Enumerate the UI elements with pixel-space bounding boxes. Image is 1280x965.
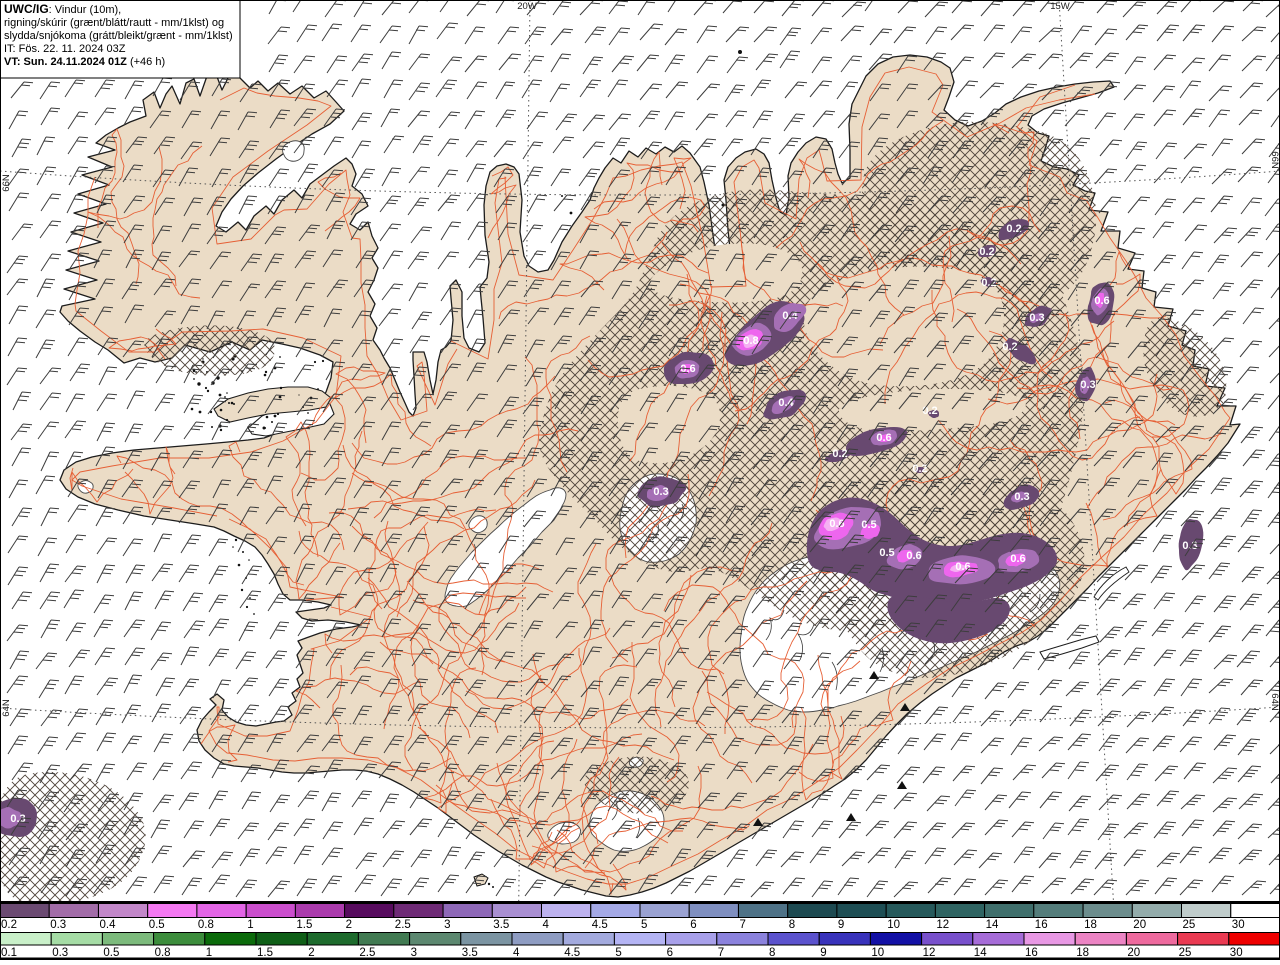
svg-text:0.3: 0.3 <box>52 947 68 959</box>
svg-text:66N: 66N <box>1 174 12 192</box>
svg-text:15W: 15W <box>1050 1 1070 12</box>
svg-text:0.3: 0.3 <box>10 813 25 825</box>
svg-text:0.1: 0.1 <box>1 947 17 959</box>
svg-text:4.5: 4.5 <box>592 919 608 931</box>
svg-text:10: 10 <box>871 947 884 959</box>
svg-text:IT: Fös. 22. 11. 2024 03Z: IT: Fös. 22. 11. 2024 03Z <box>4 43 126 55</box>
svg-text:18: 18 <box>1076 947 1089 959</box>
svg-text:66N: 66N <box>1269 151 1280 169</box>
svg-text:14: 14 <box>974 947 987 959</box>
svg-text:6: 6 <box>667 947 673 959</box>
svg-text:8: 8 <box>789 919 795 931</box>
svg-text:12: 12 <box>923 947 936 959</box>
svg-text:0.6: 0.6 <box>1094 295 1109 307</box>
svg-text:2.5: 2.5 <box>395 919 411 931</box>
svg-text:0.2: 0.2 <box>1006 223 1021 235</box>
svg-text:8: 8 <box>769 947 775 959</box>
svg-text:0.5: 0.5 <box>149 919 165 931</box>
svg-text:0.8: 0.8 <box>743 335 758 347</box>
svg-text:20: 20 <box>1127 947 1140 959</box>
svg-text:0.2: 0.2 <box>1 919 17 931</box>
svg-text:7: 7 <box>718 947 724 959</box>
svg-text:3.5: 3.5 <box>462 947 478 959</box>
svg-text:0.6: 0.6 <box>906 550 921 562</box>
svg-text:VT: Sun. 24.11.2024 01Z (+46 h: VT: Sun. 24.11.2024 01Z (+46 h) <box>4 56 165 68</box>
svg-text:0.6: 0.6 <box>876 432 891 444</box>
svg-text:1.5: 1.5 <box>296 919 312 931</box>
svg-text:0.2: 0.2 <box>912 463 927 475</box>
svg-text:10: 10 <box>887 919 900 931</box>
svg-text:7: 7 <box>740 919 746 931</box>
svg-text:3: 3 <box>411 947 417 959</box>
svg-text:1.5: 1.5 <box>257 947 273 959</box>
svg-text:16: 16 <box>1025 947 1038 959</box>
svg-text:4: 4 <box>513 947 520 959</box>
svg-text:6: 6 <box>690 919 696 931</box>
svg-text:1: 1 <box>206 947 212 959</box>
svg-text:3.5: 3.5 <box>493 919 509 931</box>
svg-text:0.5: 0.5 <box>861 519 876 531</box>
svg-text:0.4: 0.4 <box>100 919 117 931</box>
svg-text:5: 5 <box>615 947 621 959</box>
svg-text:18: 18 <box>1084 919 1097 931</box>
svg-text:2.5: 2.5 <box>359 947 375 959</box>
svg-text:0.2: 0.2 <box>922 405 937 417</box>
svg-text:1: 1 <box>247 919 253 931</box>
svg-text:UWC/IG: Vindur (10m),: UWC/IG: Vindur (10m), <box>4 2 121 16</box>
svg-text:rigning/skúrir (grænt/blátt/ra: rigning/skúrir (grænt/blátt/rautt - mm/1… <box>4 17 224 29</box>
svg-text:3: 3 <box>444 919 450 931</box>
svg-text:2: 2 <box>346 919 352 931</box>
svg-text:2: 2 <box>308 947 314 959</box>
svg-text:4.5: 4.5 <box>564 947 580 959</box>
svg-text:20: 20 <box>1133 919 1146 931</box>
svg-text:0.3: 0.3 <box>1182 540 1197 552</box>
svg-text:0.3: 0.3 <box>653 486 668 498</box>
svg-text:30: 30 <box>1232 919 1245 931</box>
svg-text:12: 12 <box>936 919 949 931</box>
svg-text:64N: 64N <box>1 699 12 717</box>
svg-text:4: 4 <box>543 919 550 931</box>
svg-text:0.8: 0.8 <box>155 947 171 959</box>
svg-text:9: 9 <box>838 919 844 931</box>
svg-text:0.3: 0.3 <box>1014 491 1029 503</box>
svg-text:25: 25 <box>1183 919 1196 931</box>
svg-text:25: 25 <box>1179 947 1192 959</box>
svg-text:0.6: 0.6 <box>829 518 844 530</box>
svg-text:5: 5 <box>641 919 647 931</box>
svg-text:0.3: 0.3 <box>50 919 66 931</box>
svg-text:0.8: 0.8 <box>198 919 214 931</box>
svg-text:14: 14 <box>986 919 999 931</box>
svg-text:slydda/snjókoma (grátt/bleikt/: slydda/snjókoma (grátt/bleikt/grænt - mm… <box>4 30 233 42</box>
svg-text:0.5: 0.5 <box>103 947 119 959</box>
svg-text:0.2: 0.2 <box>832 448 847 460</box>
svg-text:9: 9 <box>820 947 826 959</box>
svg-text:30: 30 <box>1230 947 1243 959</box>
svg-text:0.2: 0.2 <box>979 246 994 258</box>
svg-text:20W: 20W <box>517 1 537 12</box>
svg-text:0.6: 0.6 <box>1010 553 1025 565</box>
svg-text:64N: 64N <box>1269 693 1280 711</box>
svg-text:16: 16 <box>1035 919 1048 931</box>
svg-text:0.5: 0.5 <box>879 547 894 559</box>
